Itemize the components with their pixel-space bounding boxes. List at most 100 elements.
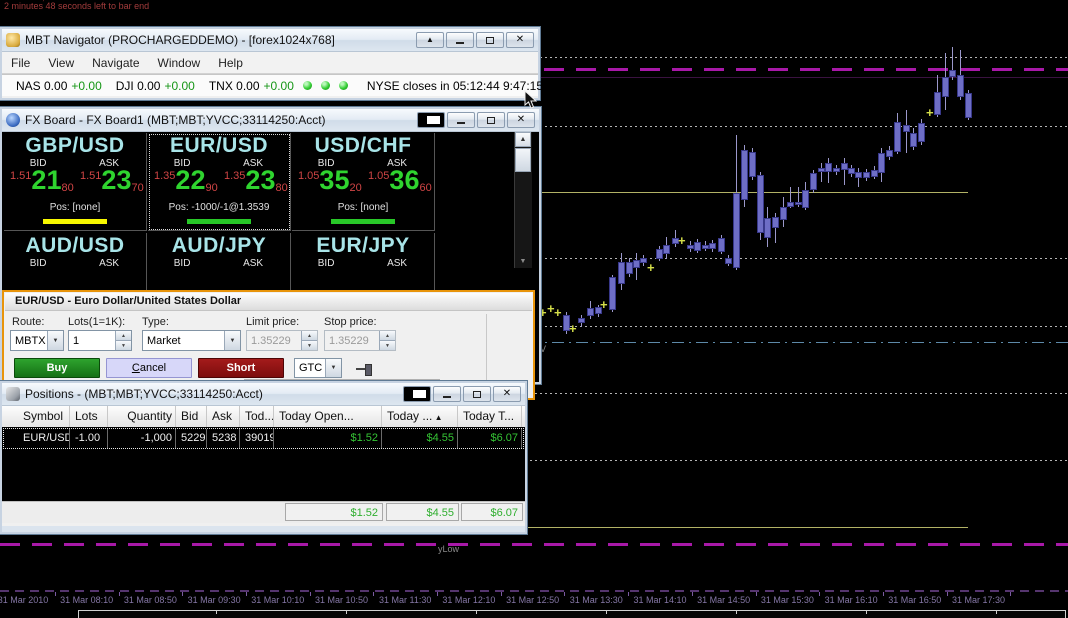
fx-board-title: FX Board - FX Board1 (MBT;MBT;YVCC;33114… <box>25 113 326 127</box>
menu-item-navigate[interactable]: Navigate <box>83 56 148 70</box>
ask-price[interactable]: 1.35 23 80 <box>224 167 288 195</box>
minimize-icon <box>457 122 465 124</box>
navigator-up-button[interactable]: ▲ <box>416 32 444 48</box>
candle <box>848 168 855 174</box>
bottom-bar-tick <box>216 611 217 614</box>
mbt-navigator-icon <box>6 33 20 47</box>
bid-price[interactable]: 1.05 35 20 <box>298 167 362 195</box>
candle <box>818 168 825 172</box>
lots-input[interactable]: 1 ▲ ▼ <box>68 330 132 351</box>
menu-item-window[interactable]: Window <box>149 56 210 70</box>
axis-tick-label: 31 Mar 08:50 <box>123 595 177 605</box>
cell-symbol: EUR/USD <box>20 429 70 448</box>
fx-panel-eurusd[interactable]: EUR/USD BID ASK 1.35 22 90 1.35 23 80 Pos: -1000/… <box>148 133 291 231</box>
fx-board-client: GBP/USD BID ASK 1.51 21 80 1.51 23 70 Pos: [none]… <box>2 132 539 400</box>
navigator-titlebar[interactable]: MBT Navigator (PROCHARGEDDEMO) - [forex1… <box>2 29 538 52</box>
positions-max-button[interactable] <box>463 386 491 402</box>
fx-scrollbar[interactable]: ▲ ▼ <box>514 132 532 268</box>
order-type-select[interactable]: Market ▼ <box>142 330 241 351</box>
positions-black-button[interactable] <box>403 386 431 402</box>
bid-price[interactable]: 1.35 22 90 <box>154 167 218 195</box>
tif-select[interactable]: GTC ▼ <box>294 358 342 378</box>
axis-tick <box>1010 592 1011 596</box>
axis-tick-label: 31 Mar 14:50 <box>697 595 751 605</box>
col-lots[interactable]: Lots <box>72 406 108 427</box>
fractal-marker-icon: + <box>926 105 934 120</box>
buy-button[interactable]: Buy <box>14 358 100 378</box>
fx-pair-label: USD/CHF <box>314 134 412 157</box>
scroll-down-button[interactable]: ▼ <box>515 254 531 268</box>
scrollbar-thumb[interactable] <box>515 148 531 172</box>
route-dropdown-arrow-icon[interactable]: ▼ <box>47 331 63 350</box>
menu-item-file[interactable]: File <box>2 56 39 70</box>
candle <box>863 172 870 178</box>
fx-panel-eurjpy[interactable]: EUR/JPY BID ASK <box>292 233 435 291</box>
position-row[interactable]: EUR/USD -1.00 -1,000 5229 5238 39019 $1.52 $4.5… <box>3 428 524 449</box>
cell-tod: 39019 <box>242 429 274 448</box>
col-bid[interactable]: Bid <box>178 406 207 427</box>
axis-tick-label: 31 Mar 09:30 <box>187 595 241 605</box>
pin-icon[interactable] <box>356 364 374 376</box>
ask-price[interactable]: 1.51 23 70 <box>80 167 144 195</box>
cancel-button[interactable]: Cancel <box>106 358 192 378</box>
candle <box>878 153 885 173</box>
axis-tick-label: 31 Mar 12:50 <box>506 595 560 605</box>
fx-pair-label: GBP/USD <box>25 134 125 157</box>
fx-board-close-button[interactable]: ✕ <box>507 112 535 128</box>
col-quantity[interactable]: Quantity <box>110 406 176 427</box>
fx-panel-audjpy[interactable]: AUD/JPY BID ASK <box>148 233 291 291</box>
positions-close-button[interactable]: ✕ <box>493 386 521 402</box>
col-tod[interactable]: Tod... <box>242 406 274 427</box>
short-button[interactable]: Short <box>198 358 284 378</box>
positions-title: Positions - (MBT;MBT;YVCC;33114250:Acct) <box>25 387 263 401</box>
cell-ask: 5238 <box>209 429 240 448</box>
col-ask[interactable]: Ask <box>209 406 240 427</box>
candle <box>709 243 716 249</box>
tif-dropdown-arrow-icon[interactable]: ▼ <box>325 359 341 377</box>
bid-price[interactable]: 1.51 21 80 <box>10 167 74 195</box>
menu-item-view[interactable]: View <box>39 56 83 70</box>
candle <box>795 202 802 205</box>
navigator-min-button[interactable] <box>446 32 474 48</box>
type-dropdown-arrow-icon[interactable]: ▼ <box>224 331 240 350</box>
menu-item-help[interactable]: Help <box>209 56 252 70</box>
fx-board-min-button[interactable] <box>447 112 475 128</box>
maximize-icon <box>486 36 494 44</box>
col-today-open[interactable]: Today Open... <box>276 406 382 427</box>
fractal-marker-icon: + <box>569 321 577 336</box>
fx-quotes: 1.35 22 90 1.35 23 80 <box>148 167 290 199</box>
fx-panel-audusd[interactable]: AUD/USD BID ASK <box>4 233 147 291</box>
candle <box>841 163 848 170</box>
status-led-icon <box>302 81 312 90</box>
scroll-up-button[interactable]: ▲ <box>515 132 531 147</box>
spin-down-icon[interactable]: ▼ <box>116 340 131 350</box>
navigator-close-button[interactable]: ✕ <box>506 32 534 48</box>
candle <box>741 150 748 200</box>
positions-titlebar[interactable]: Positions - (MBT;MBT;YVCC;33114250:Acct)… <box>2 383 525 406</box>
col-today[interactable]: Today ... ▲ <box>384 406 458 427</box>
fractal-marker-icon: + <box>600 297 608 312</box>
col-symbol[interactable]: Symbol <box>20 406 70 427</box>
ask-price[interactable]: 1.05 36 60 <box>368 167 432 195</box>
fx-panel-usdchf[interactable]: USD/CHF BID ASK 1.05 35 20 1.05 36 60 Pos: [none] <box>292 133 435 231</box>
route-select[interactable]: MBTX ▼ <box>10 330 64 351</box>
positions-min-button[interactable] <box>433 386 461 402</box>
candle <box>810 173 817 190</box>
fx-bidask-labels: BID ASK <box>317 258 408 269</box>
positions-window: Positions - (MBT;MBT;YVCC;33114250:Acct)… <box>0 381 527 534</box>
candle <box>578 318 585 323</box>
fx-board-black-button[interactable] <box>417 112 445 128</box>
col-today-t[interactable]: Today T... <box>460 406 522 427</box>
fx-board-titlebar[interactable]: FX Board - FX Board1 (MBT;MBT;YVCC;33114… <box>2 109 539 132</box>
fx-panel-gbpusd[interactable]: GBP/USD BID ASK 1.51 21 80 1.51 23 70 Pos: [none] <box>4 133 147 231</box>
candle <box>640 258 647 263</box>
axis-tick-label: 31 Mar 13:30 <box>569 595 623 605</box>
fx-board-max-button[interactable] <box>477 112 505 128</box>
lots-spinner[interactable]: ▲ ▼ <box>115 331 131 350</box>
candle <box>894 122 901 152</box>
navigator-max-button[interactable] <box>476 32 504 48</box>
spin-up-icon[interactable]: ▲ <box>116 331 131 340</box>
fx-position-bar <box>187 219 251 224</box>
ticker-nas: NAS 0.00 +0.00 <box>16 78 102 93</box>
cell-today: $4.55 <box>384 429 458 448</box>
